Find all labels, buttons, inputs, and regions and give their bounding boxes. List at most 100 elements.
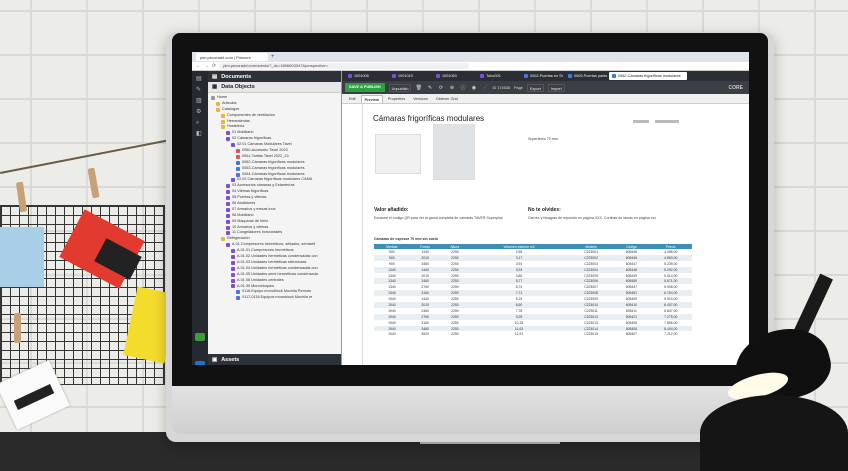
core-logo: CORE bbox=[728, 84, 743, 91]
view-icon[interactable]: ◉ bbox=[470, 85, 477, 91]
value-text: Escanee el código QR para ver la gama co… bbox=[374, 216, 503, 220]
table-body: 900 1440 2250 2,55 C223001 605445 4.458,00 900 2… bbox=[374, 249, 692, 337]
save-publish-button[interactable]: SAVE & PUBLISH bbox=[345, 83, 385, 92]
table-cell: 7.212,00 bbox=[664, 332, 678, 337]
tree-node-icon bbox=[226, 225, 230, 230]
share-icon[interactable]: ⋰ bbox=[481, 85, 488, 91]
open-tab-label: 0062-Cámaras frigoríficas modulares bbox=[618, 74, 681, 78]
tree-node-icon bbox=[216, 101, 220, 106]
lamp-base bbox=[700, 395, 848, 471]
open-tab[interactable]: 1001015 bbox=[389, 72, 431, 80]
unpublish-button[interactable]: Unpublish bbox=[388, 83, 412, 92]
tree-node-icon bbox=[236, 296, 240, 301]
file-icon[interactable]: ▤ bbox=[196, 76, 204, 82]
documents-icon: ▤ bbox=[212, 73, 218, 80]
tree-node-icon bbox=[221, 237, 225, 242]
monitor-chin bbox=[172, 386, 768, 434]
browser-tab-title: pim.pecoradd.com | Pimcore bbox=[200, 54, 251, 60]
tree-node-icon bbox=[236, 154, 240, 159]
browser-tab[interactable]: pim.pecoradd.com | Pimcore bbox=[196, 53, 268, 61]
tree-node-icon bbox=[226, 196, 230, 201]
tree-node-icon bbox=[226, 219, 230, 224]
view-tabs: Edit Preview Properties Versions Obtener Gri… bbox=[342, 94, 749, 104]
pimcore-logo-icon[interactable] bbox=[195, 361, 205, 365]
info-icon[interactable]: ⓘ bbox=[459, 84, 466, 91]
data-objects-icon: ▦ bbox=[212, 84, 218, 90]
browser-tabbar: pim.pecoradd.com | Pimcore + bbox=[192, 52, 749, 62]
table-cell: C223015 bbox=[584, 332, 598, 337]
object-tree: Home Articulos Catalogos Componentes de ven… bbox=[208, 93, 341, 301]
open-tab[interactable]: 0062-Cámaras frigoríficas modulares bbox=[609, 72, 687, 80]
url-field[interactable]: pim.pecoradd.com/admin/?_dc=1656903347&p… bbox=[219, 63, 470, 69]
tree-node-icon bbox=[236, 166, 240, 171]
tree-node-icon bbox=[236, 172, 240, 177]
pimcore-app: ▤ ✎ ▥ ⚙ ⌕ ◧ ▤ Documents ▦ Data Objects Hom… bbox=[192, 71, 749, 365]
product-image-closed bbox=[375, 134, 421, 174]
tree-node-icon bbox=[226, 190, 230, 195]
tools-icon[interactable]: ✎ bbox=[196, 87, 204, 93]
new-tab-icon[interactable]: + bbox=[271, 54, 275, 60]
tree-node-icon bbox=[226, 213, 230, 218]
open-tab[interactable]: Tubo001 bbox=[477, 72, 519, 80]
table-title: Cámaras de espesor 70 mm sin suelo bbox=[374, 237, 439, 241]
tree-node-icon bbox=[231, 178, 235, 183]
address-bar: ← → ⟳ pim.pecoradd.com/admin/?_dc=165690… bbox=[192, 62, 749, 71]
tree-node-icon bbox=[216, 107, 220, 112]
layers-icon[interactable]: ◧ bbox=[196, 131, 204, 137]
view-tab[interactable]: Obtener Grid bbox=[433, 95, 461, 103]
search-icon[interactable]: ⌕ bbox=[196, 120, 204, 126]
object-icon bbox=[348, 74, 352, 78]
settings-icon[interactable]: ⚙ bbox=[196, 109, 204, 115]
tree-node-icon bbox=[231, 143, 235, 148]
data-objects-header[interactable]: ▦ Data Objects bbox=[208, 82, 341, 93]
view-tab[interactable]: Versions bbox=[410, 95, 431, 103]
tree-node-icon bbox=[231, 278, 235, 283]
view-tab[interactable]: Preview bbox=[360, 94, 383, 103]
view-tab[interactable]: Properties bbox=[385, 95, 408, 103]
tree-node-icon bbox=[226, 243, 230, 248]
tree-panel: ▤ Documents ▦ Data Objects Home Articulos Ca… bbox=[208, 71, 342, 365]
forward-icon[interactable]: → bbox=[204, 63, 209, 69]
tree-node-icon bbox=[231, 272, 235, 277]
chart-icon[interactable]: ▥ bbox=[196, 98, 204, 104]
object-toolbar: SAVE & PUBLISH Unpublish 🗑 ✎ ⟳ ⊕ ⓘ ◉ ⋰ I… bbox=[342, 81, 749, 94]
note-text: Cierres y bisagras de repuesto en página… bbox=[528, 216, 657, 220]
assets-label: Assets bbox=[221, 356, 240, 363]
object-icon bbox=[436, 74, 440, 78]
tree-node-icon bbox=[211, 95, 215, 100]
open-tab-label: 1001053 bbox=[442, 74, 457, 78]
reload-icon[interactable]: ⟳ bbox=[437, 85, 444, 91]
image-caption: Superficies 70 mm bbox=[528, 137, 558, 141]
export-button[interactable]: Export bbox=[526, 83, 544, 92]
edit-icon[interactable]: ✎ bbox=[426, 85, 433, 91]
documents-header[interactable]: ▤ Documents bbox=[208, 71, 341, 82]
tree-node[interactable]: 0117-0118 Equipos monoblock Mochila re bbox=[208, 295, 341, 301]
back-icon[interactable]: ← bbox=[196, 63, 201, 69]
table-row: 1940 3920 2250 12,91 C223015 605407 7.212,00 bbox=[374, 331, 692, 337]
tree-node-icon bbox=[226, 231, 230, 236]
assets-header[interactable]: ▣ Assets bbox=[208, 354, 341, 365]
table-cell: 3920 bbox=[421, 332, 429, 337]
open-tab-label: 1001015 bbox=[398, 74, 413, 78]
object-icon bbox=[612, 74, 616, 78]
target-icon[interactable]: ⊕ bbox=[448, 85, 455, 91]
open-tab[interactable]: 0009-Puertas pantalla Tecnik bbox=[565, 72, 607, 80]
delete-icon[interactable]: 🗑 bbox=[415, 85, 422, 91]
brand-mark bbox=[633, 120, 649, 123]
object-id: ID 174538 bbox=[492, 85, 510, 90]
tree-node-icon bbox=[221, 119, 225, 124]
open-tab[interactable]: 1001053 bbox=[433, 72, 475, 80]
blue-note bbox=[0, 227, 44, 287]
tree-node-icon bbox=[221, 113, 225, 118]
view-tab[interactable]: Edit bbox=[346, 95, 359, 103]
tree-node-icon bbox=[236, 290, 240, 295]
import-button[interactable]: Import bbox=[547, 83, 565, 92]
open-tab[interactable]: 1001008 bbox=[345, 72, 387, 80]
status-icon[interactable] bbox=[195, 333, 205, 341]
open-tab[interactable]: 0002-Puertas en Stock bbox=[521, 72, 563, 80]
open-tab-label: 1001008 bbox=[354, 74, 369, 78]
reload-icon[interactable]: ⟳ bbox=[212, 63, 216, 69]
tree-node-icon bbox=[226, 201, 230, 206]
tree-node-icon bbox=[226, 131, 230, 136]
tree-node-label: 0117-0118 Equipos monoblock Mochila re bbox=[242, 295, 313, 300]
